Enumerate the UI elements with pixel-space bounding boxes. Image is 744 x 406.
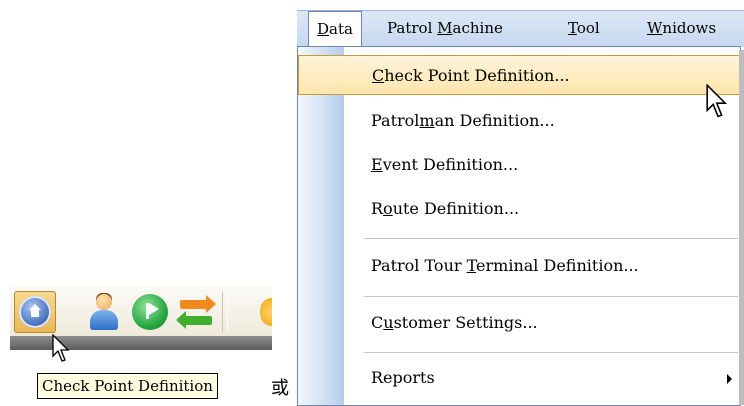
menu-patrol-machine[interactable]: Patrol Machine — [377, 11, 513, 46]
menu-separator — [364, 352, 738, 353]
toolbar-bottom-bar — [10, 336, 272, 350]
menu-windows[interactable]: Wnidows — [637, 11, 726, 46]
mouse-cursor-icon — [706, 84, 730, 120]
menu-item-event-definition[interactable]: Event Definition... — [298, 145, 740, 185]
menu-item-patrol-tour-terminal-definition[interactable]: Patrol Tour Terminal Definition... — [298, 246, 740, 286]
menu-item-route-definition[interactable]: Route Definition... — [298, 189, 740, 229]
check-point-button[interactable] — [14, 291, 56, 333]
menu-shadow — [739, 50, 744, 405]
or-text: 或 — [271, 378, 289, 399]
patrolman-icon — [96, 294, 112, 310]
menu-item-customer-settings[interactable]: Customer Settings... — [298, 303, 740, 343]
toolbar — [10, 286, 272, 350]
menu-item-reports[interactable]: Reports — [298, 358, 740, 398]
menu-item-patrolman-definition[interactable]: Patrolman Definition... — [298, 101, 740, 141]
menu-item-check-point-definition[interactable]: Check Point Definition... — [298, 55, 740, 95]
data-dropdown-menu: Check Point Definition... Patrolman Defi… — [297, 46, 741, 406]
tooltip: Check Point Definition — [37, 373, 218, 399]
patrolman-button[interactable] — [84, 292, 124, 332]
event-button[interactable] — [130, 292, 170, 332]
mouse-cursor-icon — [52, 334, 72, 364]
menu-bar: Data Patrol Machine Tool Wnidows — [297, 10, 744, 48]
menu-tool[interactable]: Tool — [558, 11, 610, 46]
submenu-arrow-icon — [727, 374, 732, 384]
menu-separator — [364, 238, 738, 239]
route-button[interactable] — [176, 292, 216, 332]
menu-data[interactable]: Data — [308, 11, 362, 48]
toolbar-separator — [222, 292, 228, 332]
menu-separator — [364, 296, 738, 297]
